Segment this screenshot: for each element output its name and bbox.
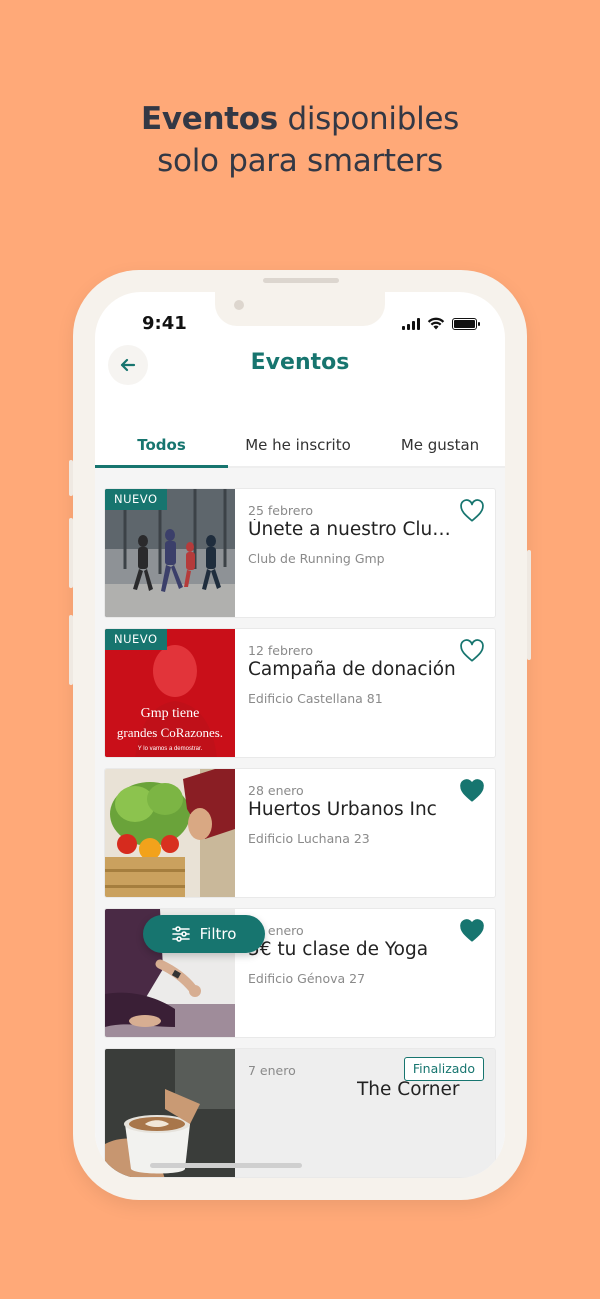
- event-image-garden: [105, 769, 235, 897]
- tab-todos[interactable]: Todos: [95, 436, 228, 454]
- event-image-donation: Gmp tiene grandes CoRazones. Y lo vamos …: [105, 629, 235, 757]
- event-date: 12 febrero: [248, 643, 313, 658]
- heart-outline-icon[interactable]: [459, 499, 485, 523]
- signal-icon: [402, 317, 420, 330]
- event-date: 28 enero: [248, 783, 304, 798]
- event-location: Edificio Génova 27: [248, 971, 366, 986]
- new-badge: NUEVO: [105, 629, 167, 650]
- heart-filled-icon[interactable]: [459, 919, 485, 943]
- phone-power-button: [527, 550, 531, 660]
- heart-outline-icon[interactable]: [459, 639, 485, 663]
- status-badge: Finalizado: [403, 1057, 484, 1081]
- donation-image-text-3: Y lo vamos a demostrar.: [138, 746, 203, 752]
- camera: [234, 300, 244, 310]
- battery-icon: [452, 317, 480, 330]
- tab-bar: Todos Me he inscrito Me gustan: [95, 422, 505, 468]
- event-card[interactable]: NUEVO 25 febrero Únete a nuestro Club de…: [104, 488, 496, 618]
- filter-icon: [171, 926, 190, 942]
- home-indicator: [150, 1163, 302, 1168]
- promo-title-bold: Eventos: [140, 101, 278, 137]
- promo-title-rest: disponibles: [287, 101, 460, 137]
- event-card[interactable]: Gmp tiene grandes CoRazones. Y lo vamos …: [104, 628, 496, 758]
- donation-image-text-2: grandes CoRazones.: [117, 725, 223, 740]
- tab-me-he-inscrito[interactable]: Me he inscrito: [228, 436, 368, 454]
- wifi-icon: [427, 317, 445, 330]
- promo-title-line2: solo para smarters: [157, 143, 443, 179]
- page-title: Eventos: [250, 350, 350, 375]
- event-title: Huertos Urbanos Inc: [248, 799, 437, 820]
- events-list: NUEVO 25 febrero Únete a nuestro Club de…: [95, 468, 505, 1178]
- status-icons: [402, 317, 480, 330]
- new-badge: NUEVO: [105, 489, 167, 510]
- phone-speaker: [263, 278, 339, 283]
- event-location: Edificio Castellana 81: [248, 691, 383, 706]
- event-image-coffee: [105, 1049, 235, 1177]
- event-title: The Corner: [357, 1079, 460, 1100]
- tab-me-gustan[interactable]: Me gustan: [375, 436, 505, 454]
- event-title: Campaña de donación: [248, 659, 456, 680]
- phone-side-button: [69, 460, 73, 496]
- phone-volume-up: [69, 518, 73, 588]
- event-location: Edificio Luchana 23: [248, 831, 370, 846]
- event-date: 25 febrero: [248, 503, 313, 518]
- phone-frame: 9:41 Eventos Todos Me he inscrito Me gus…: [69, 270, 531, 1200]
- heart-filled-icon[interactable]: [459, 779, 485, 803]
- notch: [215, 292, 385, 326]
- event-image-running: NUEVO: [105, 489, 235, 617]
- event-location: Club de Running Gmp: [248, 551, 385, 566]
- phone-volume-down: [69, 615, 73, 685]
- donation-image-text-1: Gmp tiene: [141, 706, 200, 721]
- event-title: 5€ tu clase de Yoga: [248, 939, 429, 960]
- event-card[interactable]: 28 enero Huertos Urbanos Inc Edificio Lu…: [104, 768, 496, 898]
- event-date: 7 enero: [248, 1063, 296, 1078]
- filter-button[interactable]: Filtro: [143, 915, 265, 953]
- promo-headline: Eventos disponibles solo para smarters: [0, 98, 600, 182]
- event-card[interactable]: 7 enero The Corner Finalizado: [104, 1048, 496, 1178]
- status-time: 9:41: [142, 313, 187, 334]
- event-title: Únete a nuestro Club de Running: [248, 519, 460, 540]
- filter-label: Filtro: [199, 925, 237, 943]
- app-screen: 9:41 Eventos Todos Me he inscrito Me gus…: [95, 292, 505, 1178]
